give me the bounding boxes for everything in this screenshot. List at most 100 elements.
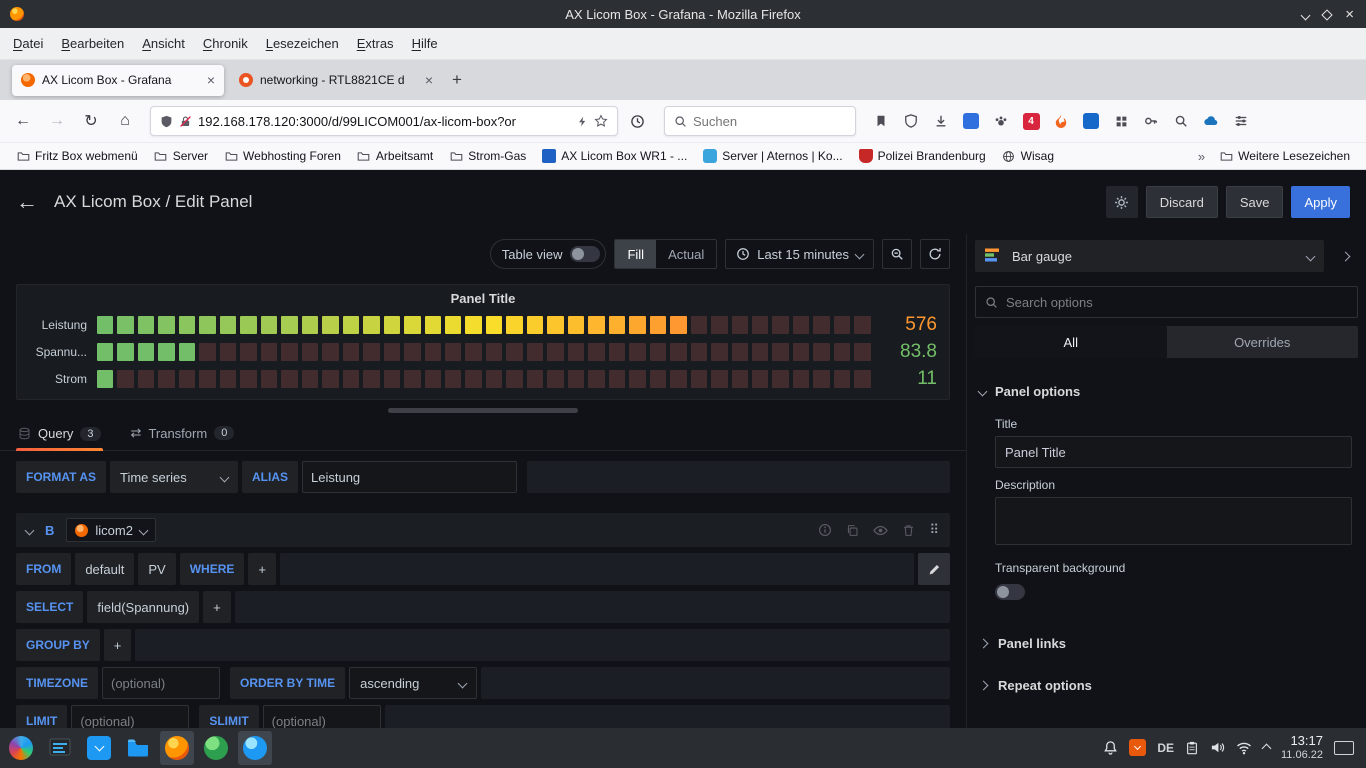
menu-lesezeichen[interactable]: Lesezeichen [257,31,348,56]
query-b-header[interactable]: B licom2 [16,513,950,547]
table-view-switch[interactable] [570,246,600,262]
app-launcher-icon[interactable] [4,731,38,765]
bookmark-item[interactable]: Polizei Brandenburg [853,146,992,166]
updates-icon[interactable] [1129,739,1146,756]
download-icon[interactable] [930,110,952,132]
bookmark-item[interactable]: Wisag [996,146,1060,166]
discover-icon[interactable] [82,731,116,765]
url-bar[interactable] [150,106,618,136]
insecure-lock-icon[interactable] [179,115,192,128]
wifi-icon[interactable] [1236,740,1252,756]
menu-ansicht[interactable]: Ansicht [133,31,194,56]
menu-hilfe[interactable]: Hilfe [403,31,447,56]
tab-query[interactable]: Query 3 [16,422,103,450]
options-search-box[interactable] [975,286,1358,318]
blue-s-extension-icon[interactable] [1080,110,1102,132]
flame-extension-icon[interactable] [1050,110,1072,132]
clipboard-icon[interactable] [1185,741,1199,755]
browser-tab-active[interactable]: AX Licom Box - Grafana × [12,65,224,96]
panel-title-input[interactable] [995,436,1352,468]
query-help-icon[interactable] [818,523,832,537]
file-manager-icon[interactable] [121,731,155,765]
new-tab-button[interactable]: + [452,70,462,90]
tab-close-icon[interactable]: × [425,73,433,87]
bookmarks-overflow-chevron[interactable]: » [1192,149,1211,164]
menu-bearbeiten[interactable]: Bearbeiten [52,31,133,56]
from-measurement[interactable]: PV [138,553,175,585]
save-button[interactable]: Save [1226,186,1284,218]
cloud-extension-icon[interactable] [1200,110,1222,132]
browser-tab[interactable]: networking - RTL8821CE d × [230,65,442,96]
bookmark-item[interactable]: Server [148,146,214,166]
minimize-button[interactable] [1302,7,1309,22]
format-as-select[interactable]: Time series [110,461,238,493]
bookmark-item[interactable]: Server | Aternos | Ko... [697,146,848,166]
maximize-button[interactable] [1323,7,1331,22]
home-button[interactable]: ⌂ [110,106,140,136]
table-view-toggle[interactable]: Table view [490,239,607,269]
bookmark-item[interactable]: Strom-Gas [443,146,532,166]
zoom-out-button[interactable] [882,239,912,269]
options-search-input[interactable] [1006,295,1348,310]
back-to-dashboard-icon[interactable]: ← [16,189,38,215]
description-textarea[interactable] [995,497,1352,545]
menu-datei[interactable]: Datei [4,31,52,56]
slimit-input[interactable] [263,705,381,728]
delete-query-trash-icon[interactable] [902,524,915,537]
virtual-desktop-pager[interactable] [1334,741,1354,755]
shield-icon[interactable] [160,115,173,128]
discard-button[interactable]: Discard [1146,186,1218,218]
where-add-button[interactable]: + [248,553,276,585]
visualization-picker[interactable]: Bar gauge [975,240,1324,272]
search-bar[interactable] [664,106,856,136]
edit-query-pencil-icon[interactable] [918,553,950,585]
order-by-select[interactable]: ascending [349,667,477,699]
select-field[interactable]: field(Spannung) [87,591,199,623]
select-add-button[interactable]: + [203,591,231,623]
panel-settings-gear-icon[interactable] [1106,186,1138,218]
forward-button[interactable]: → [42,106,72,136]
firefox-taskbar-icon[interactable] [160,731,194,765]
bookmark-item[interactable]: AX Licom Box WR1 - ... [536,146,693,166]
notifications-bell-icon[interactable] [1103,740,1118,755]
blue-app-icon[interactable] [238,731,272,765]
bookmark-star-icon[interactable] [594,114,608,128]
clock[interactable]: 13:17 11.06.22 [1281,734,1323,762]
keyboard-layout-indicator[interactable]: DE [1157,741,1174,755]
tab-all[interactable]: All [975,326,1167,358]
fill-option[interactable]: Fill [615,240,656,268]
drag-handle-icon[interactable]: ⠿ [929,522,940,538]
disable-query-eye-icon[interactable] [873,523,888,538]
back-button[interactable]: ← [8,106,38,136]
system-monitor-icon[interactable] [43,731,77,765]
more-bookmarks[interactable]: Weitere Lesezeichen [1213,146,1356,166]
translate-extension-icon[interactable] [960,110,982,132]
from-policy[interactable]: default [75,553,134,585]
green-app-icon[interactable] [199,731,233,765]
close-button[interactable]: × [1345,7,1354,22]
search-extension-icon[interactable] [1170,110,1192,132]
bookmark-flag-icon[interactable] [870,110,892,132]
collapse-sidebar-button[interactable] [1332,240,1358,272]
actual-option[interactable]: Actual [656,240,716,268]
repeat-options-section[interactable]: Repeat options [967,664,1366,706]
tab-close-icon[interactable]: × [207,73,215,87]
refresh-button[interactable] [920,239,950,269]
panel-preview[interactable]: Panel Title Leistung576Spannu...83.8Stro… [16,284,950,400]
permissions-lightning-icon[interactable] [577,116,588,127]
collapse-query-icon[interactable] [25,525,35,535]
apply-button[interactable]: Apply [1291,186,1350,218]
volume-icon[interactable] [1210,740,1225,755]
sliders-icon[interactable] [1230,110,1252,132]
group-by-add-button[interactable]: + [104,629,132,661]
datasource-picker[interactable]: licom2 [66,518,156,542]
menu-chronik[interactable]: Chronik [194,31,257,56]
tab-transform[interactable]: ⇄ Transform 0 [129,421,237,450]
grid-extension-icon[interactable] [1110,110,1132,132]
paw-extension-icon[interactable] [990,110,1012,132]
panel-options-section[interactable]: Panel options [967,358,1366,407]
transparent-background-switch[interactable] [995,584,1025,600]
menu-extras[interactable]: Extras [348,31,403,56]
search-input[interactable] [693,114,846,129]
bookmark-item[interactable]: Webhosting Foren [218,146,347,166]
